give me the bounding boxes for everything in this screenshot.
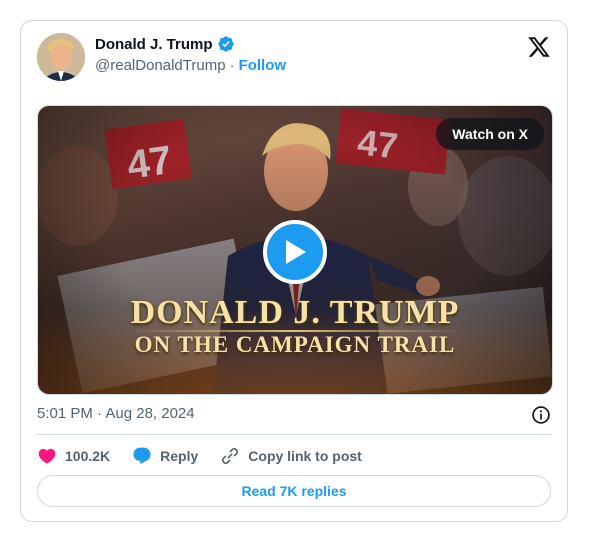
likes-count: 100.2K: [65, 448, 111, 464]
post-meta: 5:01 PM · Aug 28, 2024: [37, 405, 551, 425]
author-handle-row: @realDonaldTrump · Follow: [95, 57, 286, 74]
author-handle[interactable]: @realDonaldTrump: [95, 57, 226, 74]
reply-label: Reply: [160, 448, 199, 464]
handle-separator: ·: [229, 57, 235, 74]
video-caption-title: DONALD J. TRUMP: [130, 294, 460, 331]
post-header: Donald J. Trump @realDonaldTrump · Follo…: [37, 33, 551, 83]
like-button[interactable]: 100.2K: [37, 446, 110, 466]
watch-on-x-button[interactable]: Watch on X: [436, 118, 544, 150]
x-logo-icon[interactable]: [527, 35, 551, 59]
author-avatar[interactable]: [37, 33, 85, 81]
play-button[interactable]: [263, 220, 327, 284]
post-timestamp[interactable]: 5:01 PM · Aug 28, 2024: [37, 405, 195, 422]
embedded-post-card: Donald J. Trump @realDonaldTrump · Follo…: [20, 20, 568, 522]
author-name[interactable]: Donald J. Trump: [95, 36, 213, 53]
reply-button[interactable]: Reply: [132, 446, 198, 466]
info-icon[interactable]: [531, 405, 551, 425]
post-actions: 100.2K Reply Copy link to post: [37, 445, 551, 467]
heart-icon: [38, 448, 56, 464]
play-icon: [286, 240, 306, 264]
video-caption-subtitle: ON THE CAMPAIGN TRAIL: [134, 332, 456, 357]
reply-bubble-icon: [133, 447, 151, 465]
copy-link-button[interactable]: Copy link to post: [220, 446, 362, 466]
copy-link-label: Copy link to post: [248, 448, 362, 464]
link-icon: [222, 447, 239, 465]
follow-button[interactable]: Follow: [239, 57, 287, 74]
video-thumbnail[interactable]: 47 47 DONALD J. TRUMP ON THE CAMPAIGN TR…: [37, 105, 553, 395]
read-replies-button[interactable]: Read 7K replies: [37, 475, 551, 507]
meta-divider: [37, 434, 551, 435]
verified-badge-icon: [217, 36, 234, 52]
author-name-row: Donald J. Trump: [95, 35, 235, 53]
